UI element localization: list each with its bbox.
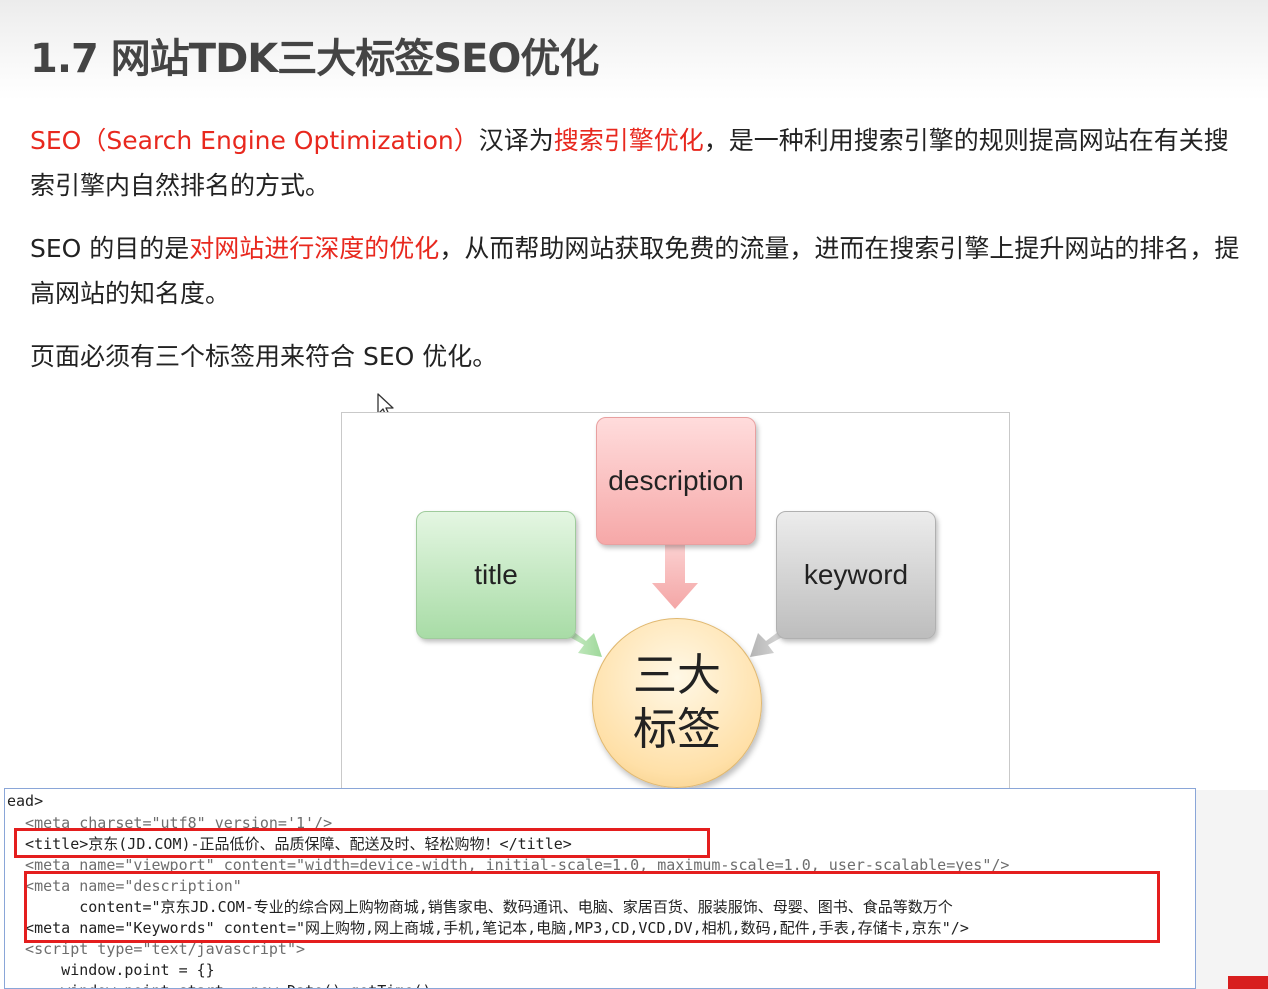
box-description: description — [596, 417, 756, 545]
code-line: window.point = {} — [7, 961, 215, 979]
code-line: ead> — [7, 792, 44, 810]
highlight-deep-optimization: 对网站进行深度的优化 — [189, 234, 440, 263]
paragraph-text: 汉译为 — [478, 126, 554, 155]
paragraph-text: SEO 的目的是 — [30, 234, 190, 263]
center-label: 三大标签 — [633, 650, 721, 755]
code-screenshot: ead> <meta charset="utf8" version='1'/> … — [4, 788, 1196, 989]
tdk-diagram: description title keyword 三大标签 — [341, 412, 1010, 812]
box-title: title — [416, 511, 576, 639]
box-keyword: keyword — [776, 511, 936, 639]
highlight-description-keywords — [24, 871, 1160, 943]
paragraph-seo-purpose: SEO 的目的是对网站进行深度的优化，从而帮助网站获取免费的流量，进而在搜索引擎… — [30, 226, 1240, 316]
right-shadow — [1196, 790, 1268, 989]
highlight-seo-term: SEO（Search Engine Optimization） — [30, 126, 479, 155]
page-title: 1.7 网站TDK三大标签SEO优化 — [30, 36, 599, 82]
paragraph-seo-definition: SEO（Search Engine Optimization）汉译为搜索引擎优化… — [30, 118, 1240, 208]
code-line: window.point.start = new Date().getTime(… — [7, 981, 431, 988]
center-circle: 三大标签 — [592, 618, 762, 788]
highlight-search-engine-optimization: 搜索引擎优化 — [553, 126, 704, 155]
corner-red-bar — [1228, 976, 1268, 989]
highlight-title-tag — [14, 828, 710, 858]
paragraph-three-tags: 页面必须有三个标签用来符合 SEO 优化。 — [30, 342, 498, 371]
arrow-description — [652, 545, 698, 609]
